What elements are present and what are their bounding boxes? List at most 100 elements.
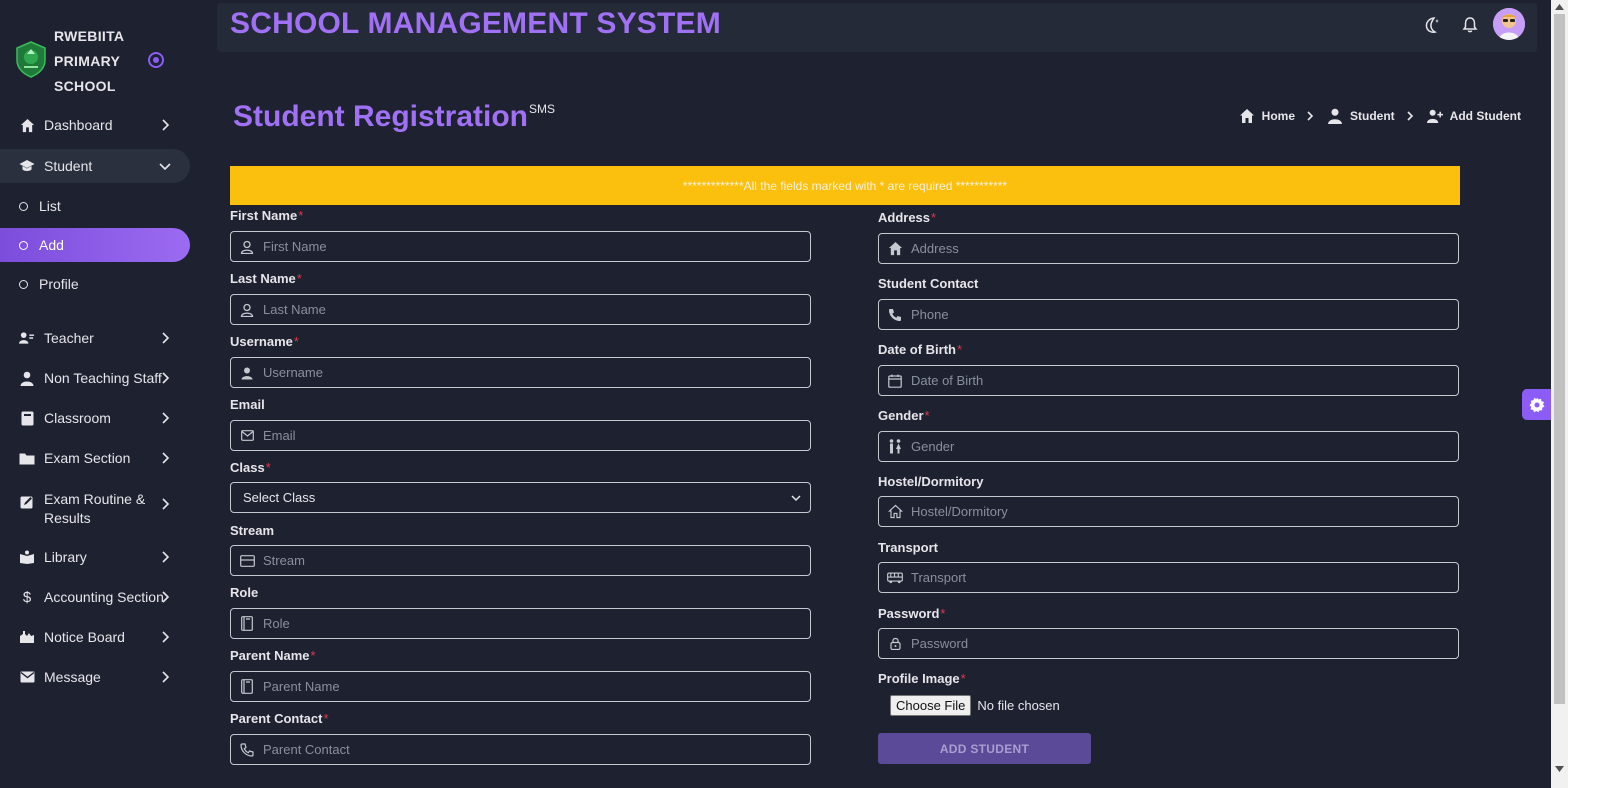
breadcrumb-home[interactable]: Home [1262, 109, 1295, 123]
sidebar-toggle[interactable] [148, 52, 164, 68]
parent-contact-input[interactable] [263, 735, 810, 764]
user-icon [19, 370, 35, 386]
email-field [230, 420, 811, 451]
breadcrumb-student[interactable]: Student [1350, 109, 1395, 123]
sidebar-item-label: Teacher [44, 330, 94, 346]
password-input[interactable] [911, 629, 1458, 658]
role-input[interactable] [263, 609, 810, 638]
bus-icon [887, 570, 903, 586]
first-name-input[interactable] [263, 232, 810, 261]
email-label: Email [230, 397, 265, 412]
sidebar-item-dashboard[interactable]: Dashboard [0, 108, 190, 142]
sidebar-item-exam-section[interactable]: Exam Section [0, 441, 190, 475]
label-text: Parent Contact [230, 711, 323, 726]
sidebar-subitem-add[interactable]: Add [0, 228, 190, 262]
sidebar-subitem-profile[interactable]: Profile [0, 267, 190, 301]
notification-bell-icon[interactable] [1460, 15, 1480, 35]
address-input[interactable] [911, 234, 1458, 263]
sidebar-item-label-line1: Exam Routine & [44, 491, 146, 507]
sidebar-item-exam-routine-results[interactable]: Exam Routine & Results [0, 487, 190, 531]
dark-mode-moon-icon[interactable] [1422, 15, 1442, 35]
parent-contact-label: Parent Contact* [230, 711, 329, 726]
hostel-field [878, 496, 1459, 527]
theme-settings-button[interactable] [1522, 389, 1552, 420]
chevron-right-icon [162, 591, 170, 603]
role-field [230, 608, 811, 639]
top-header: SCHOOL MANAGEMENT SYSTEM [217, 3, 1537, 52]
student-contact-field [878, 299, 1459, 330]
chevron-right-icon [162, 372, 170, 384]
required-mark: * [323, 711, 329, 726]
school-crest-logo [16, 41, 46, 78]
choose-file-button[interactable]: Choose File [890, 695, 972, 716]
transport-input[interactable] [911, 563, 1458, 592]
home-icon [19, 117, 35, 133]
gender-icon [887, 439, 903, 455]
label-text: Address [878, 210, 931, 225]
user-icon [239, 365, 255, 381]
chevron-right-icon [162, 119, 170, 131]
sidebar-item-label: Classroom [44, 410, 111, 426]
gender-input[interactable] [911, 432, 1458, 461]
sidebar-item-classroom[interactable]: Classroom [0, 401, 190, 435]
scrollbar-thumb[interactable] [1554, 14, 1565, 704]
required-mark: * [960, 671, 966, 686]
scroll-down-arrow-icon[interactable] [1555, 766, 1564, 772]
last-name-label: Last Name* [230, 271, 302, 286]
sidebar-item-label: Student [44, 158, 93, 174]
add-user-icon [1426, 109, 1443, 124]
graduation-cap-icon [19, 158, 35, 174]
label-text: Date of Birth [878, 342, 956, 357]
label-text: Password [878, 606, 940, 621]
user-avatar[interactable] [1493, 8, 1525, 40]
folder-icon [19, 450, 35, 466]
sidebar-item-student[interactable]: Student [0, 149, 190, 183]
home-icon [1239, 109, 1254, 123]
sidebar-item-message[interactable]: Message [0, 660, 190, 694]
label-text: Role [230, 585, 259, 600]
sidebar-item-notice-board[interactable]: Notice Board [0, 620, 190, 654]
book-icon [19, 410, 35, 426]
hostel-input[interactable] [911, 497, 1458, 526]
brand: RWEBIITA PRIMARY SCHOOL [14, 24, 194, 98]
sidebar-item-label: List [39, 198, 61, 214]
sidebar-item-library[interactable]: Library [0, 540, 190, 574]
envelope-outline-icon [239, 428, 255, 444]
sidebar-item-teacher[interactable]: Teacher [0, 321, 190, 355]
username-input[interactable] [263, 358, 810, 387]
sidebar: RWEBIITA PRIMARY SCHOOL Dashboard Studen… [0, 0, 198, 788]
username-label: Username* [230, 334, 299, 349]
sidebar-item-accounting-section[interactable]: $ Accounting Section [0, 580, 190, 614]
first-name-label: First Name* [230, 208, 303, 223]
page-title-superscript: SMS [529, 102, 556, 116]
parent-name-label: Parent Name* [230, 648, 316, 663]
circle-icon [19, 237, 28, 253]
chevron-right-icon [162, 332, 170, 344]
label-text: Transport [878, 540, 938, 555]
address-label: Address* [878, 210, 936, 225]
sidebar-item-label: Add [39, 237, 64, 253]
student-contact-input[interactable] [911, 300, 1458, 329]
page-title: Student RegistrationSMS [233, 100, 555, 134]
email-input[interactable] [263, 421, 810, 450]
label-text: Stream [230, 523, 275, 538]
parent-name-input[interactable] [263, 672, 810, 701]
stream-input[interactable] [263, 546, 810, 575]
label-text: Hostel/Dormitory [878, 474, 984, 489]
last-name-input[interactable] [263, 295, 810, 324]
class-select[interactable]: Select Class [230, 482, 811, 513]
scroll-up-arrow-icon[interactable] [1555, 4, 1564, 10]
chevron-right-icon [162, 631, 170, 643]
gender-field [878, 431, 1459, 462]
notice-board-icon [19, 629, 35, 645]
last-name-field [230, 294, 811, 325]
dob-input[interactable] [911, 366, 1458, 395]
page-scrollbar[interactable] [1551, 0, 1568, 788]
window-edge [1568, 0, 1598, 788]
sidebar-item-label: Dashboard [44, 117, 113, 133]
add-student-button[interactable]: ADD STUDENT [878, 733, 1091, 764]
school-name: RWEBIITA PRIMARY SCHOOL [54, 24, 144, 99]
username-field [230, 357, 811, 388]
sidebar-subitem-list[interactable]: List [0, 189, 190, 223]
sidebar-item-non-teaching-staff[interactable]: Non Teaching Staff [0, 361, 190, 395]
